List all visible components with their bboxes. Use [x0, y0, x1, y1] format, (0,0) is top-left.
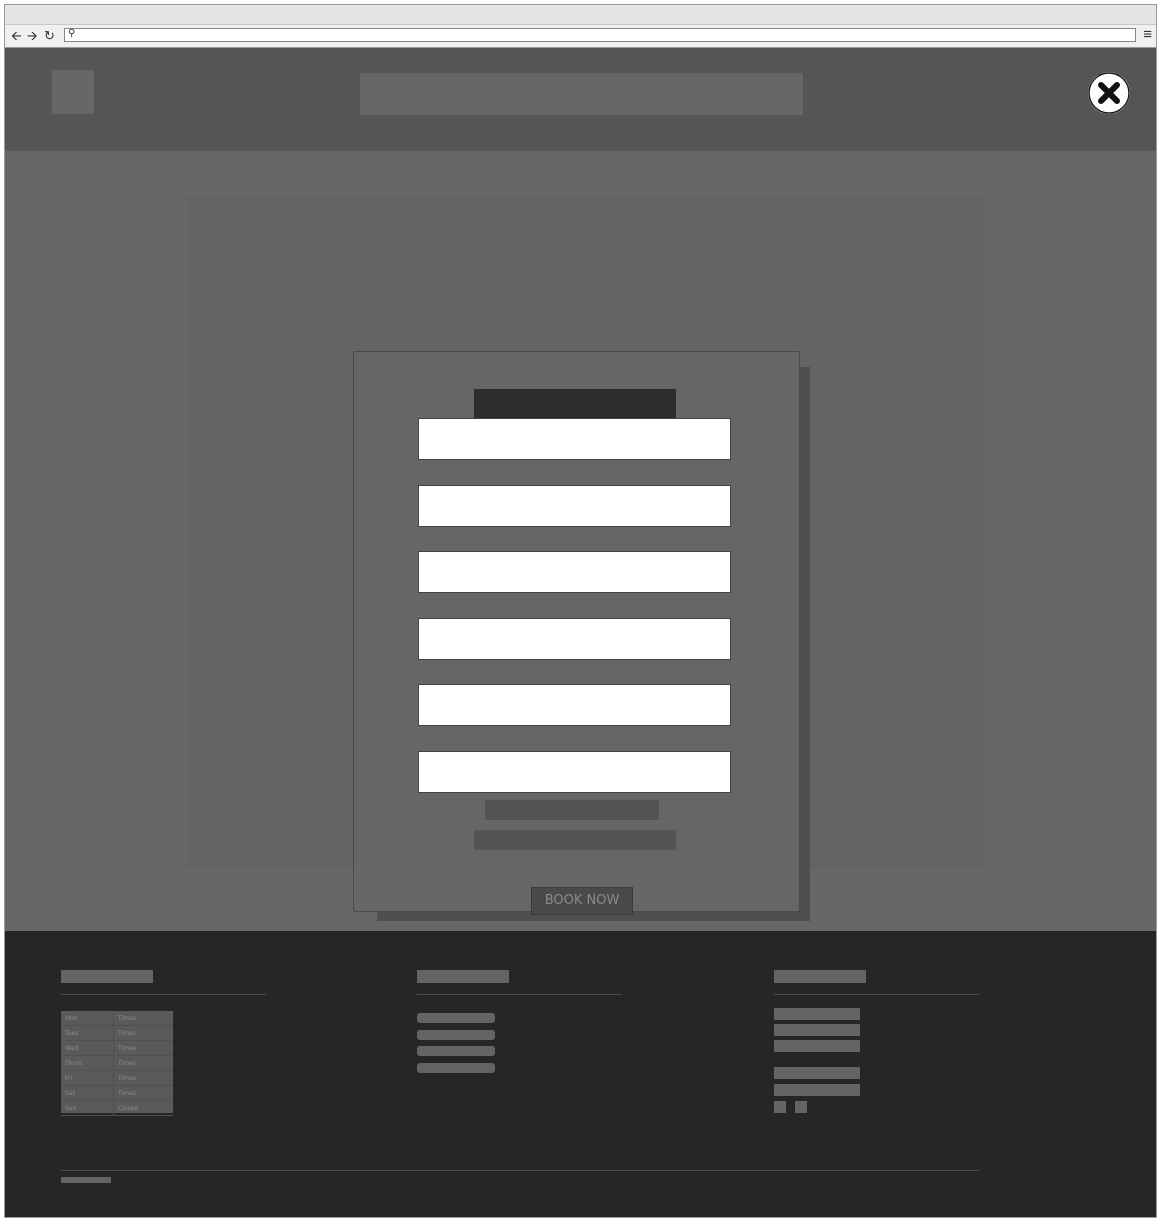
- hours-day: Sun: [61, 1100, 114, 1116]
- table-row: Tues Times: [61, 1025, 173, 1041]
- header-title-placeholder: [360, 73, 803, 115]
- footer-info-placeholder: [774, 1040, 860, 1052]
- footer-info-placeholder: [774, 1084, 860, 1096]
- page-viewport: BOOK NOW Mon Times Tues Times Wed Times Thu…: [5, 48, 1156, 1217]
- main-content: BOOK NOW: [5, 151, 1156, 931]
- table-row: Fri Times: [61, 1070, 173, 1086]
- modal-text-placeholder: [485, 800, 659, 820]
- hours-time: Times: [113, 1070, 173, 1086]
- form-field-5[interactable]: [418, 684, 731, 726]
- hours-day: Tues: [61, 1025, 114, 1041]
- footer-info-placeholder: [774, 1067, 860, 1079]
- hours-time: Times: [113, 1025, 173, 1041]
- search-icon: ⚲: [68, 28, 76, 39]
- arrow-left-icon[interactable]: 🡨: [11, 27, 22, 45]
- table-row: Sat Times: [61, 1085, 173, 1101]
- hours-time: Closed: [113, 1100, 173, 1116]
- footer-divider: [61, 994, 266, 995]
- browser-title-bar: [5, 5, 1156, 25]
- hours-day: Thurs: [61, 1055, 114, 1071]
- copyright-placeholder: [61, 1177, 111, 1183]
- hours-time: Times: [113, 1040, 173, 1056]
- hours-time: Times: [113, 1011, 173, 1026]
- footer-bottom-divider: [61, 1170, 979, 1171]
- footer-col3-title-placeholder: [774, 970, 866, 983]
- address-bar[interactable]: ⚲: [64, 28, 1136, 42]
- social-icon[interactable]: [774, 1101, 786, 1113]
- book-now-button[interactable]: BOOK NOW: [531, 887, 633, 915]
- footer-divider: [774, 994, 979, 995]
- browser-window: 🡨 🡪 ↻ ⚲ ≡ BOOK NOW Mon Times Tues Times …: [4, 4, 1157, 1218]
- footer-col2-title-placeholder: [417, 970, 509, 983]
- hours-time: Times: [113, 1055, 173, 1071]
- arrow-right-icon[interactable]: 🡪: [27, 27, 38, 45]
- form-field-1[interactable]: [418, 418, 731, 460]
- form-field-3[interactable]: [418, 551, 731, 593]
- hours-day: Mon: [61, 1011, 114, 1026]
- hours-time: Times: [113, 1085, 173, 1101]
- hours-day: Fri: [61, 1070, 114, 1086]
- hours-day: Wed: [61, 1040, 114, 1056]
- footer-link-placeholder[interactable]: [417, 1030, 495, 1040]
- opening-hours-table: Mon Times Tues Times Wed Times Thurs Times F…: [61, 1011, 173, 1116]
- form-field-4[interactable]: [418, 618, 731, 660]
- booking-modal: [353, 351, 800, 912]
- footer-info-placeholder: [774, 1008, 860, 1020]
- hours-day: Sat: [61, 1085, 114, 1101]
- footer-link-placeholder[interactable]: [417, 1013, 495, 1023]
- footer-link-placeholder[interactable]: [417, 1063, 495, 1073]
- modal-submit-placeholder[interactable]: [474, 830, 676, 850]
- footer-info-placeholder: [774, 1024, 860, 1036]
- table-row: Thurs Times: [61, 1055, 173, 1071]
- hamburger-menu-icon[interactable]: ≡: [1143, 26, 1152, 44]
- close-x-icon: [1088, 72, 1130, 114]
- footer-link-placeholder[interactable]: [417, 1046, 495, 1056]
- reload-icon[interactable]: ↻: [44, 27, 55, 45]
- table-row: Mon Times: [61, 1011, 173, 1026]
- form-field-2[interactable]: [418, 485, 731, 527]
- footer-divider: [417, 994, 622, 995]
- site-footer: Mon Times Tues Times Wed Times Thurs Times F…: [5, 931, 1156, 1217]
- logo-placeholder[interactable]: [52, 70, 94, 114]
- footer-col1-title-placeholder: [61, 970, 153, 983]
- modal-heading-placeholder: [474, 389, 676, 419]
- table-row: Sun Closed: [61, 1100, 173, 1116]
- table-row: Wed Times: [61, 1040, 173, 1056]
- close-button[interactable]: [1088, 72, 1130, 114]
- site-header: [5, 48, 1156, 151]
- social-icon[interactable]: [795, 1101, 807, 1113]
- browser-toolbar: 🡨 🡪 ↻ ⚲ ≡: [5, 25, 1156, 48]
- form-field-6[interactable]: [418, 751, 731, 793]
